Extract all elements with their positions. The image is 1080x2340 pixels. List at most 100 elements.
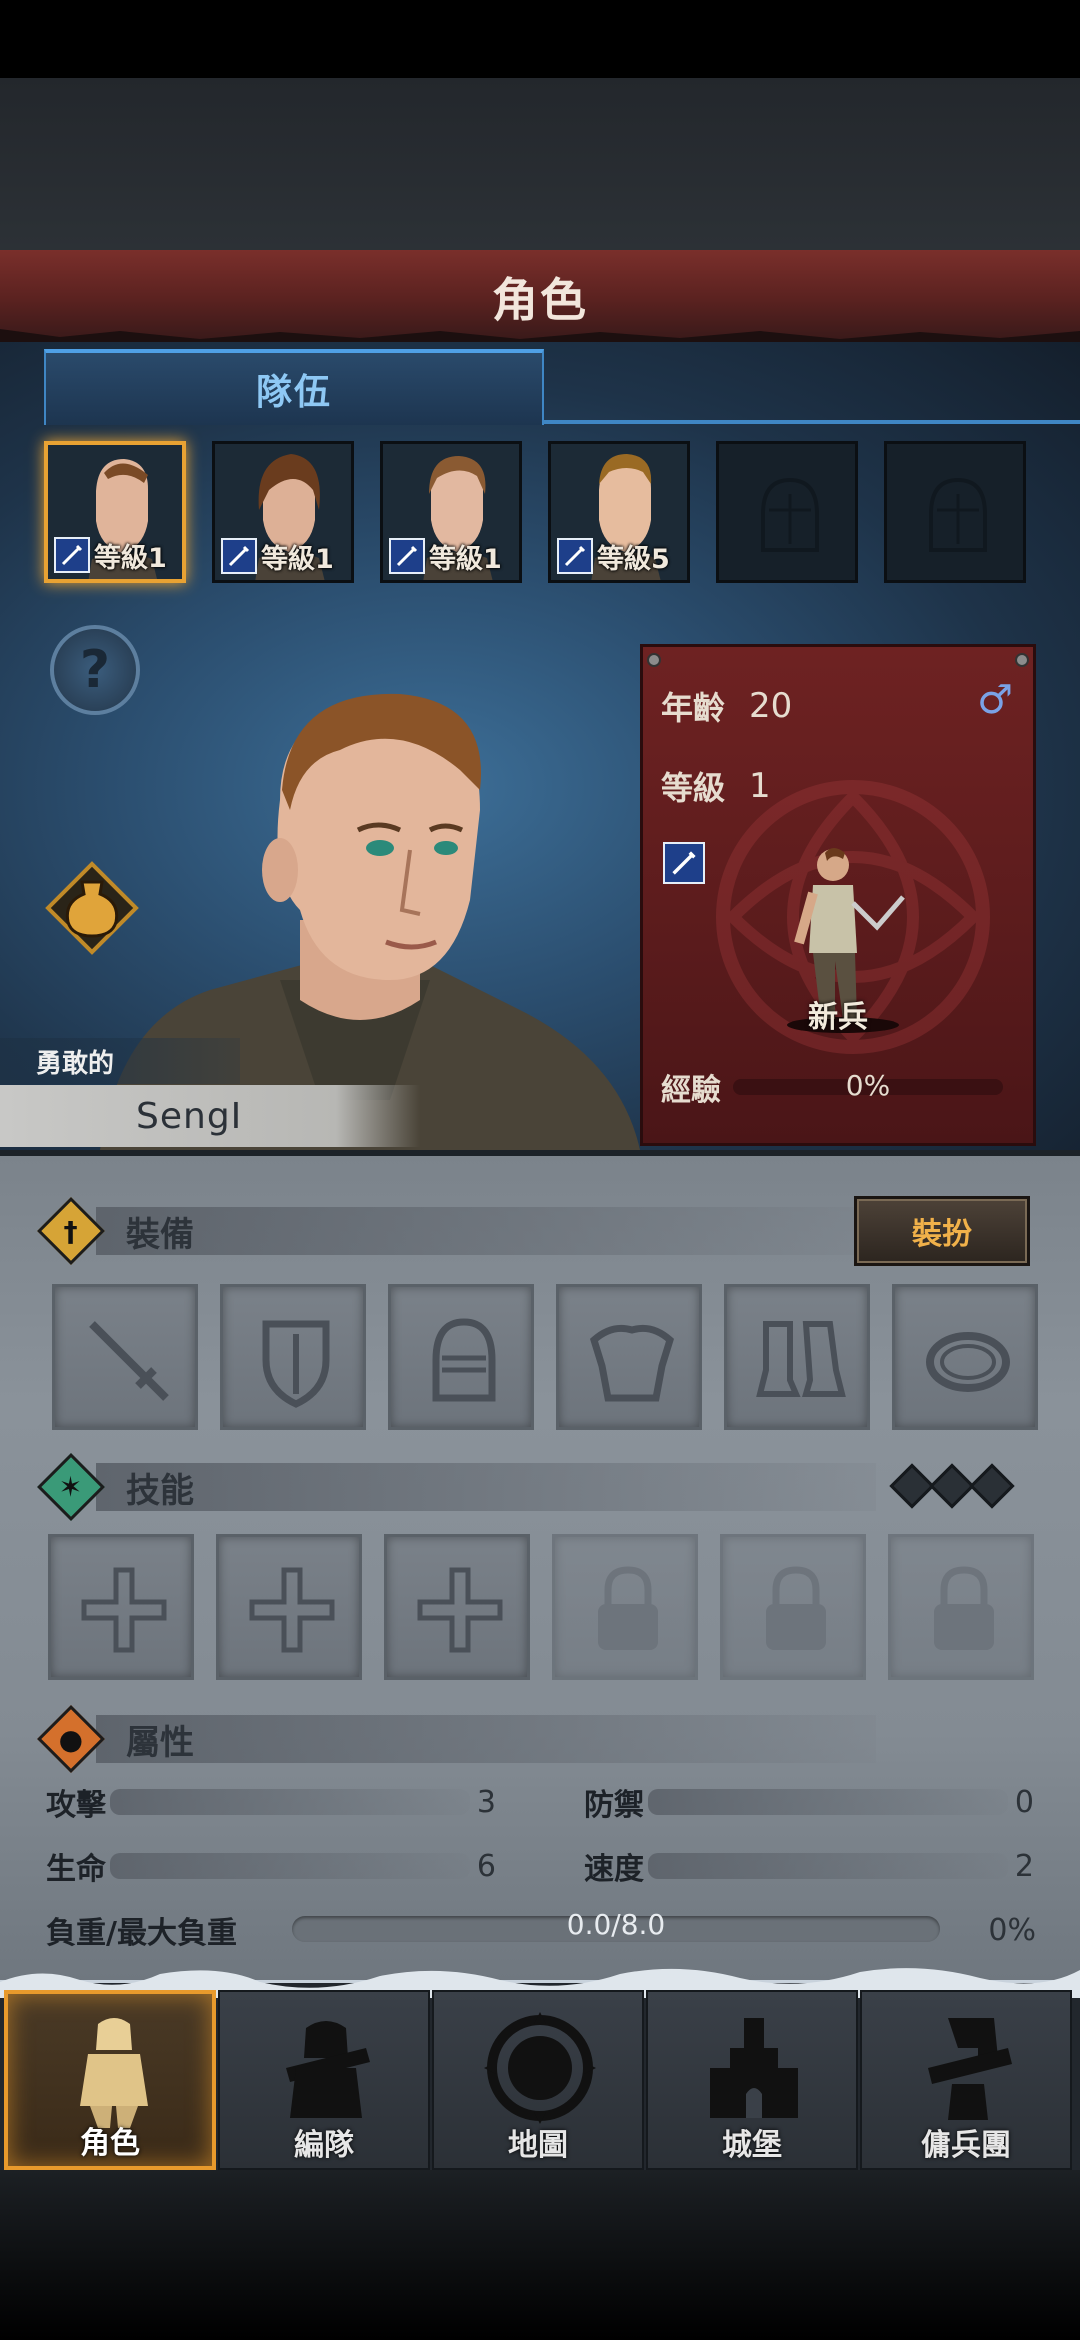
nav-mercenary-label: 傭兵團 bbox=[921, 2128, 1011, 2163]
cross-icon bbox=[249, 1567, 335, 1653]
mercenary-icon bbox=[928, 2018, 1012, 2120]
gem-icon bbox=[929, 1463, 975, 1509]
attack-label: 攻擊 bbox=[46, 1788, 106, 1823]
attr-hp: 生命 6 bbox=[46, 1846, 496, 1888]
team-slot-5-empty[interactable] bbox=[716, 441, 858, 583]
warrior-class-icon bbox=[663, 842, 705, 884]
load-progress-bar: 0.0/8.0 bbox=[292, 1908, 940, 1942]
defense-label: 防禦 bbox=[584, 1788, 644, 1823]
attack-value: 3 bbox=[476, 1784, 496, 1820]
cross-icon bbox=[417, 1567, 503, 1653]
attributes-title: 屬性 bbox=[126, 1722, 194, 1763]
compass-map-icon bbox=[484, 2012, 596, 2124]
equip-slot-ring[interactable] bbox=[892, 1284, 1038, 1430]
hp-label: 生命 bbox=[46, 1852, 106, 1887]
status-bar-area bbox=[0, 0, 1080, 78]
dagger-icon: † bbox=[37, 1197, 105, 1265]
nav-character[interactable]: 角色 bbox=[4, 1990, 216, 2170]
castle-icon bbox=[710, 2018, 798, 2118]
skill-slot-3[interactable] bbox=[384, 1534, 530, 1680]
attr-speed: 速度 2 bbox=[584, 1846, 1034, 1888]
equip-slot-boots[interactable] bbox=[724, 1284, 870, 1430]
defense-value: 0 bbox=[1014, 1784, 1034, 1820]
team-slot-3[interactable]: 等級1 bbox=[380, 441, 522, 583]
speed-label: 速度 bbox=[584, 1852, 644, 1887]
team-slot-level: 等級1 bbox=[261, 543, 334, 575]
warrior-class-icon bbox=[54, 537, 90, 573]
exp-label: 經驗 bbox=[661, 1073, 721, 1108]
level-row: 等級 1 bbox=[661, 763, 771, 809]
nav-map[interactable]: 地圖 bbox=[432, 1990, 644, 2170]
warrior-class-icon bbox=[557, 538, 593, 574]
tab-team[interactable]: 隊伍 bbox=[44, 349, 544, 425]
team-slot-level: 等級5 bbox=[597, 543, 670, 575]
speed-value: 2 bbox=[1014, 1848, 1034, 1884]
bottom-backdrop bbox=[0, 2170, 1080, 2340]
name-plate[interactable]: SengI bbox=[0, 1085, 420, 1147]
skills-header: ✶ 技能 bbox=[36, 1452, 1036, 1522]
team-slot-6-empty[interactable] bbox=[884, 441, 1026, 583]
nav-map-label: 地圖 bbox=[508, 2128, 568, 2163]
age-label: 年齡 bbox=[661, 689, 726, 727]
ring-icon bbox=[926, 1332, 1010, 1392]
title-banner: 角色 bbox=[0, 250, 1080, 345]
warrior-class-icon bbox=[221, 538, 257, 574]
nav-castle[interactable]: 城堡 bbox=[646, 1990, 858, 2170]
gem-icon bbox=[889, 1463, 935, 1509]
lock-icon bbox=[598, 1566, 658, 1650]
load-value: 0.0/8.0 bbox=[566, 1908, 666, 1941]
equip-slot-armor[interactable] bbox=[556, 1284, 702, 1430]
banner-pin bbox=[647, 653, 661, 667]
level-label: 等級 bbox=[661, 769, 726, 807]
character-name: SengI bbox=[136, 1095, 243, 1137]
skill-gems bbox=[889, 1463, 1015, 1509]
skill-slot-1[interactable] bbox=[48, 1534, 194, 1680]
banner-pin bbox=[1015, 653, 1029, 667]
skill-slot-locked-2[interactable] bbox=[720, 1534, 866, 1680]
dress-up-button[interactable]: 裝扮 bbox=[854, 1196, 1030, 1266]
shield-icon bbox=[262, 1320, 330, 1408]
load-percent: 0% bbox=[988, 1912, 1036, 1948]
equip-slot-weapon[interactable] bbox=[52, 1284, 198, 1430]
warrior-class-icon bbox=[389, 538, 425, 574]
team-slot-level: 等級1 bbox=[94, 542, 167, 574]
equipment-title: 裝備 bbox=[126, 1214, 194, 1255]
page-title: 角色 bbox=[492, 273, 588, 327]
skill-slot-2[interactable] bbox=[216, 1534, 362, 1680]
nav-mercenary[interactable]: 傭兵團 bbox=[860, 1990, 1072, 2170]
skill-slot-locked-1[interactable] bbox=[552, 1534, 698, 1680]
star-skill-icon: ✶ bbox=[37, 1453, 105, 1521]
nav-character-label: 角色 bbox=[80, 2126, 140, 2161]
attributes-header: ● 屬性 bbox=[36, 1704, 1036, 1774]
knight-icon bbox=[80, 2018, 148, 2128]
hp-value: 6 bbox=[476, 1848, 496, 1884]
empty-helmet-icon bbox=[761, 477, 819, 552]
nav-formation-label: 編隊 bbox=[294, 2128, 354, 2163]
equip-slot-shield[interactable] bbox=[220, 1284, 366, 1430]
equip-slot-helmet[interactable] bbox=[388, 1284, 534, 1430]
team-slot-2[interactable]: 等級1 bbox=[212, 441, 354, 583]
load-label: 負重/最大負重 bbox=[46, 1916, 237, 1951]
attr-defense: 防禦 0 bbox=[584, 1782, 1034, 1824]
skills-title: 技能 bbox=[126, 1470, 194, 1511]
exp-percent: 0% bbox=[845, 1069, 891, 1102]
top-backdrop bbox=[0, 78, 1080, 250]
nav-castle-label: 城堡 bbox=[722, 2128, 782, 2163]
team-slot-4[interactable]: 等級5 bbox=[548, 441, 690, 583]
male-icon: ♂ bbox=[977, 677, 1013, 723]
team-slot-level: 等級1 bbox=[429, 543, 502, 575]
nav-formation[interactable]: 編隊 bbox=[218, 1990, 430, 2170]
lock-icon bbox=[934, 1566, 994, 1650]
dress-up-label: 裝扮 bbox=[912, 1217, 972, 1252]
lock-icon bbox=[766, 1566, 826, 1650]
class-name: 新兵 bbox=[808, 1000, 868, 1035]
tab-team-label: 隊伍 bbox=[255, 372, 332, 413]
attr-attack: 攻擊 3 bbox=[46, 1782, 496, 1824]
trait-label: 勇敢的 bbox=[0, 1038, 240, 1084]
character-info-banner: 年齡 20 ♂ 等級 1 新兵 經驗 0% bbox=[640, 644, 1036, 1146]
squad-icon bbox=[286, 2021, 370, 2118]
skill-slot-locked-3[interactable] bbox=[888, 1534, 1034, 1680]
tab-underline bbox=[544, 420, 1080, 424]
team-slot-1[interactable]: 等級1 bbox=[44, 441, 186, 583]
empty-helmet-icon bbox=[929, 477, 987, 552]
